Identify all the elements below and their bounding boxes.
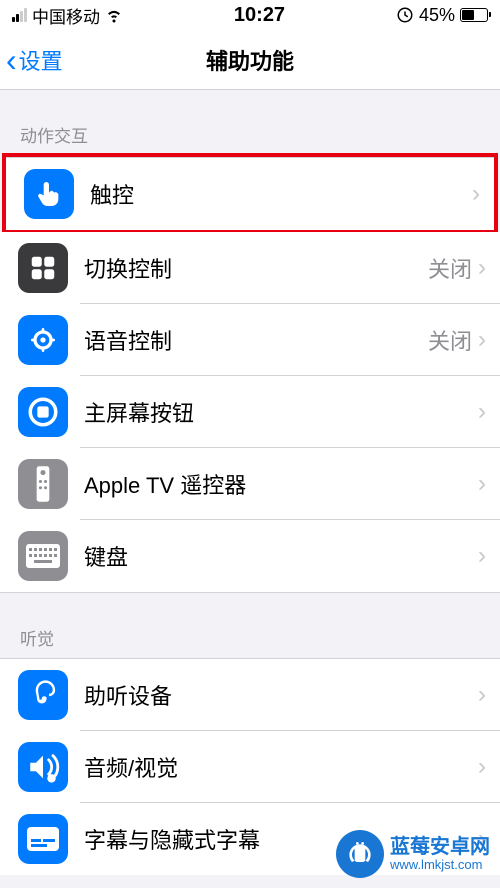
row-switch-control-label: 切换控制 bbox=[84, 252, 428, 284]
row-hearing-devices[interactable]: 助听设备 › bbox=[0, 659, 500, 731]
watermark-text: 蓝莓安卓网 www.lmkjst.com bbox=[390, 836, 490, 872]
row-touch[interactable]: 触控 › bbox=[6, 158, 494, 230]
row-audio-visual-label: 音频/视觉 bbox=[84, 751, 478, 783]
battery-icon bbox=[460, 8, 488, 22]
watermark-title: 蓝莓安卓网 bbox=[390, 836, 490, 858]
status-right: 45% bbox=[396, 5, 488, 26]
section-header-hearing: 听觉 bbox=[0, 593, 500, 658]
row-apple-tv-remote-label: Apple TV 遥控器 bbox=[84, 468, 478, 500]
chevron-right-icon: › bbox=[478, 472, 486, 496]
chevron-right-icon: › bbox=[478, 544, 486, 568]
hearing-devices-icon bbox=[18, 670, 68, 720]
row-voice-control-value: 关闭 bbox=[428, 324, 472, 356]
back-button[interactable]: ‹ 设置 bbox=[6, 44, 63, 76]
signal-bars-icon bbox=[12, 8, 27, 22]
row-audio-visual[interactable]: 音频/视觉 › bbox=[0, 731, 500, 803]
chevron-right-icon: › bbox=[478, 755, 486, 779]
watermark-logo-icon bbox=[336, 830, 384, 878]
row-keyboard[interactable]: 键盘 › bbox=[0, 520, 500, 592]
list-motor-highlight: 触控 › bbox=[6, 157, 494, 230]
row-apple-tv-remote[interactable]: Apple TV 遥控器 › bbox=[0, 448, 500, 520]
back-label: 设置 bbox=[19, 44, 63, 76]
row-switch-control[interactable]: 切换控制 关闭 › bbox=[0, 232, 500, 304]
row-home-button[interactable]: 主屏幕按钮 › bbox=[0, 376, 500, 448]
chevron-right-icon: › bbox=[478, 400, 486, 424]
list-motor: 切换控制 关闭 › 语音控制 关闭 › 主屏幕按钮 › Apple TV 遥控器… bbox=[0, 232, 500, 593]
section-header-motor: 动作交互 bbox=[0, 90, 500, 155]
chevron-right-icon: › bbox=[478, 328, 486, 352]
chevron-right-icon: › bbox=[472, 182, 480, 206]
back-chevron-icon: ‹ bbox=[6, 44, 17, 76]
touch-icon bbox=[24, 169, 74, 219]
time-label: 10:27 bbox=[234, 4, 285, 27]
battery-pct-label: 45% bbox=[419, 5, 455, 26]
row-switch-control-value: 关闭 bbox=[428, 252, 472, 284]
watermark: 蓝莓安卓网 www.lmkjst.com bbox=[336, 830, 490, 878]
chevron-right-icon: › bbox=[478, 683, 486, 707]
home-button-icon bbox=[18, 387, 68, 437]
row-hearing-devices-label: 助听设备 bbox=[84, 679, 478, 711]
apple-tv-remote-icon bbox=[18, 459, 68, 509]
nav-bar: ‹ 设置 辅助功能 bbox=[0, 30, 500, 90]
switch-control-icon bbox=[18, 243, 68, 293]
keyboard-icon bbox=[18, 531, 68, 581]
row-home-button-label: 主屏幕按钮 bbox=[84, 396, 478, 428]
row-keyboard-label: 键盘 bbox=[84, 540, 478, 572]
row-voice-control-label: 语音控制 bbox=[84, 324, 428, 356]
chevron-right-icon: › bbox=[478, 256, 486, 280]
subtitles-icon bbox=[18, 814, 68, 864]
highlight-annotation: 触控 › bbox=[2, 153, 498, 234]
orientation-lock-icon bbox=[396, 6, 414, 24]
page-title: 辅助功能 bbox=[206, 44, 294, 76]
audio-visual-icon bbox=[18, 742, 68, 792]
status-bar: 中国移动 10:27 45% bbox=[0, 0, 500, 30]
wifi-icon bbox=[105, 6, 123, 24]
watermark-url: www.lmkjst.com bbox=[390, 858, 490, 872]
voice-control-icon bbox=[18, 315, 68, 365]
row-touch-label: 触控 bbox=[90, 178, 472, 210]
row-voice-control[interactable]: 语音控制 关闭 › bbox=[0, 304, 500, 376]
carrier-label: 中国移动 bbox=[32, 3, 100, 28]
status-left: 中国移动 bbox=[12, 3, 123, 28]
